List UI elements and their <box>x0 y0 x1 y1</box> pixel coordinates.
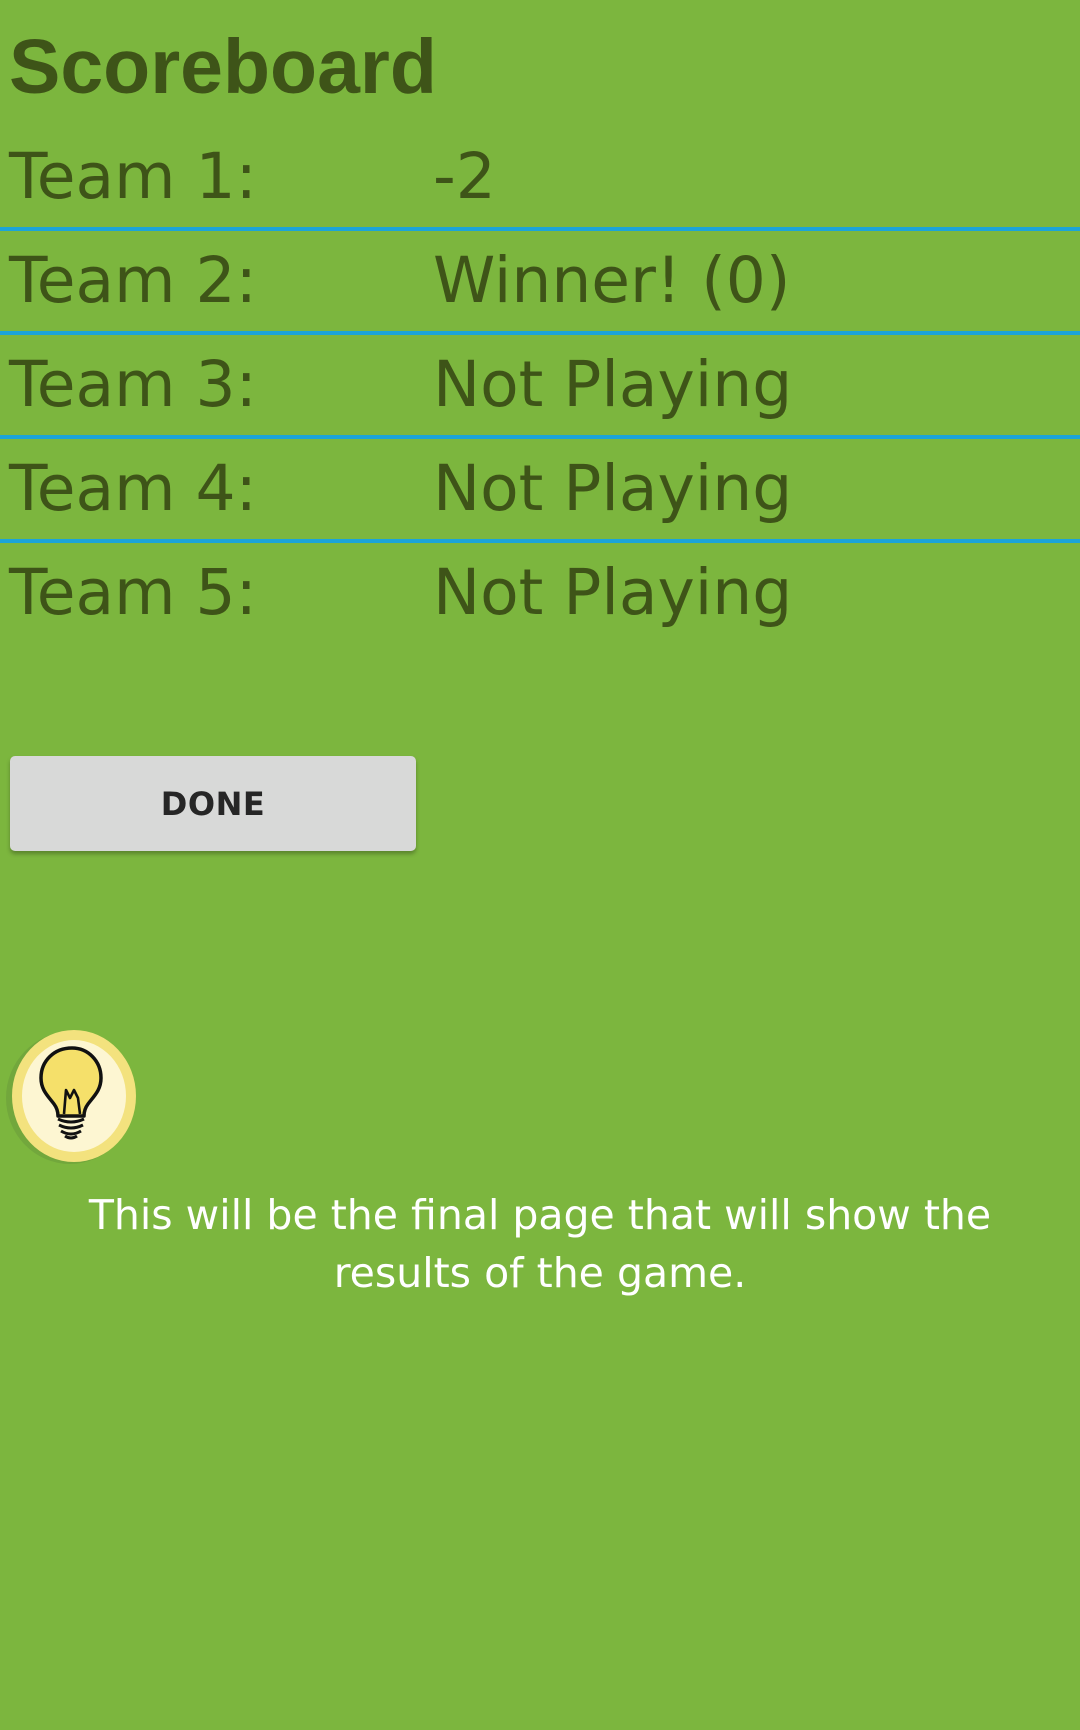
scoreboard-row: Team 4: Not Playing <box>0 439 1080 543</box>
scoreboard-row: Team 3: Not Playing <box>0 335 1080 439</box>
team-score: Not Playing <box>433 556 793 629</box>
team-label: Team 3: <box>9 348 257 421</box>
lightbulb-icon[interactable] <box>4 1028 136 1166</box>
team-label: Team 2: <box>9 244 257 317</box>
scoreboard-row: Team 5: Not Playing <box>0 543 1080 647</box>
team-score: Winner! (0) <box>433 244 791 317</box>
scoreboard-row: Team 1: -2 <box>0 127 1080 231</box>
hint-text: This will be the final page that will sh… <box>88 1191 992 1297</box>
team-score: Not Playing <box>433 348 793 421</box>
team-score: -2 <box>433 140 496 213</box>
done-button[interactable]: DONE <box>10 756 416 851</box>
scoreboard-row: Team 2: Winner! (0) <box>0 231 1080 335</box>
team-label: Team 1: <box>9 140 257 213</box>
team-label: Team 5: <box>9 556 257 629</box>
scoreboard-list: Team 1: -2 Team 2: Winner! (0) Team 3: N… <box>0 127 1080 647</box>
team-score: Not Playing <box>433 452 793 525</box>
team-label: Team 4: <box>9 452 257 525</box>
page-title: Scoreboard <box>9 24 437 110</box>
